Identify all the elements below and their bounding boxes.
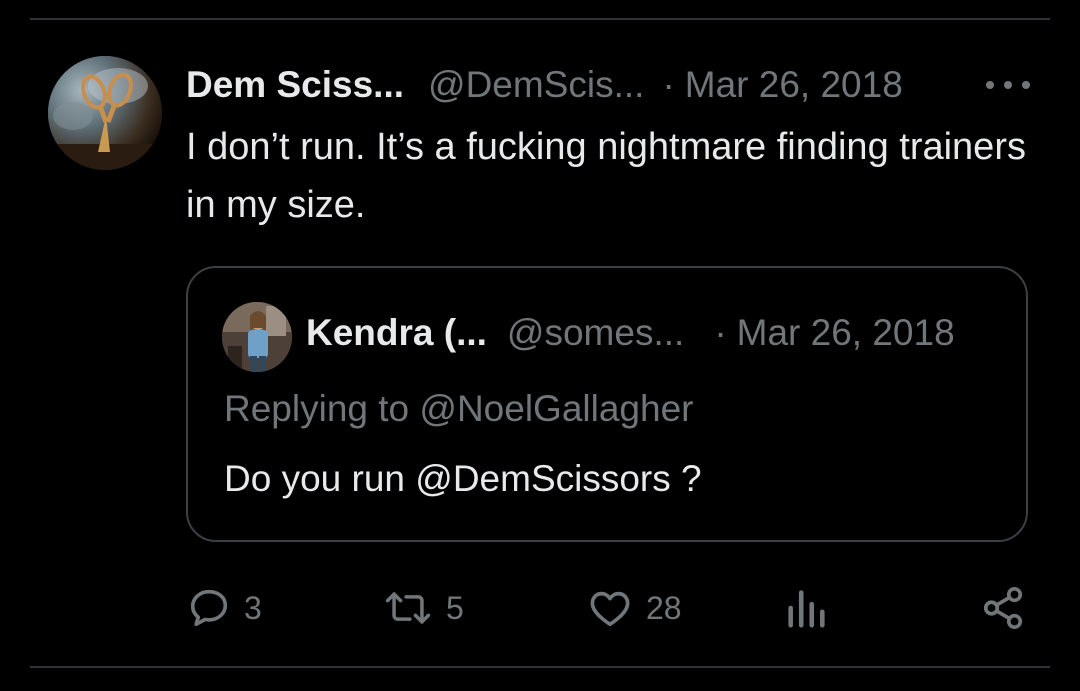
tweet-date[interactable]: Mar 26, 2018: [685, 64, 903, 106]
tweet-text: I don’t run. It’s a fucking nightmare fi…: [186, 126, 1026, 226]
views-button[interactable]: [784, 584, 828, 632]
like-button[interactable]: 28: [586, 584, 682, 632]
separator-dot: ·: [714, 312, 727, 353]
quoted-tweet-text: Do you run @DemScissors ?: [224, 458, 702, 499]
reply-count: 3: [244, 589, 262, 626]
retweet-button[interactable]: 5: [382, 584, 464, 632]
tweet-header: Dem Sciss... @DemScis... · Mar 26, 2018: [186, 60, 1040, 110]
top-divider: [30, 18, 1050, 20]
author-name[interactable]: Dem Sciss...: [186, 64, 404, 106]
more-options-icon[interactable]: [986, 72, 1030, 98]
share-icon: [983, 587, 1023, 629]
quoted-author-name: Kendra (...: [306, 312, 487, 353]
like-icon: [590, 591, 630, 627]
quoted-author-handle: @somes...: [506, 312, 685, 353]
quoted-author-avatar: [222, 302, 292, 372]
reply-button[interactable]: 3: [186, 584, 262, 632]
separator-dot: ·: [662, 64, 675, 105]
scissors-avatar-icon: [48, 56, 162, 170]
person-avatar-icon: [222, 302, 292, 372]
quoted-tweet-date: Mar 26, 2018: [736, 312, 955, 353]
quoted-tweet-header: Kendra (... @somes... · Mar 26, 2018: [306, 312, 996, 354]
more-dot: [1022, 81, 1030, 89]
share-button[interactable]: [980, 584, 1026, 632]
author-avatar[interactable]: [48, 56, 162, 170]
bottom-divider: [30, 666, 1050, 668]
author-handle[interactable]: @DemScis...: [428, 64, 644, 106]
more-dot: [1004, 81, 1012, 89]
retweet-icon: [385, 592, 431, 624]
retweet-count: 5: [446, 589, 464, 626]
tweet-action-bar: 3 5 28: [186, 584, 1028, 632]
replying-to-label: Replying to @NoelGallagher: [224, 388, 694, 429]
views-icon: [788, 590, 825, 628]
reply-icon: [190, 589, 228, 627]
like-count: 28: [646, 589, 682, 626]
more-dot: [986, 81, 994, 89]
quoted-tweet-card[interactable]: Kendra (... @somes... · Mar 26, 2018 Rep…: [186, 266, 1028, 542]
